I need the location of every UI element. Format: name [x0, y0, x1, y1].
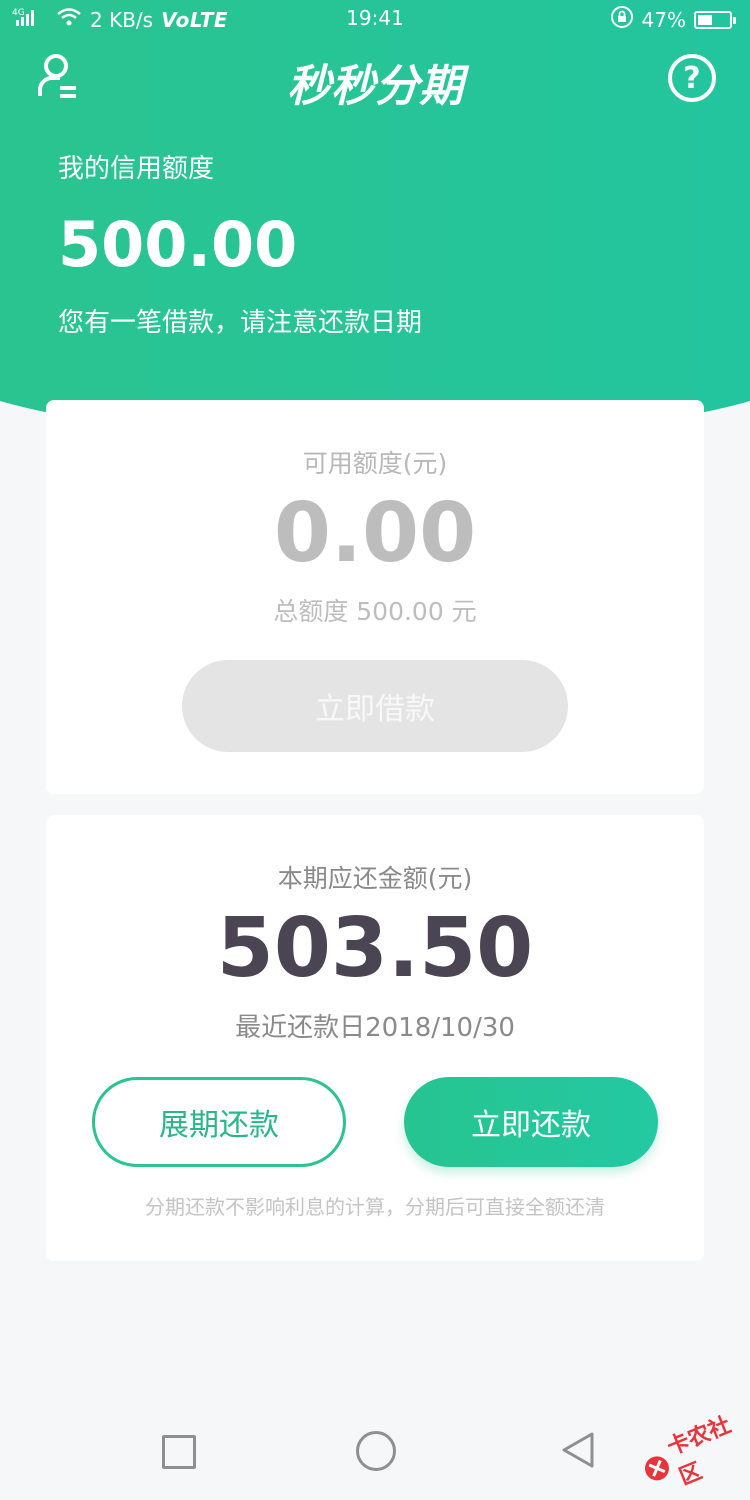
total-credit-line: 总额度 500.00 元: [273, 597, 477, 626]
due-date: 最近还款日2018/10/30: [235, 1013, 515, 1043]
extend-repayment-button[interactable]: 展期还款: [92, 1077, 346, 1167]
status-bar: 4G 2 KB/s VoLTE 19:41 47%: [0, 0, 750, 36]
battery-percent: 47%: [641, 7, 686, 32]
repayment-card: 本期应还金额(元) 503.50 最近还款日2018/10/30 展期还款 立即…: [46, 815, 704, 1261]
installment-tip: 分期还款不影响利息的计算，分期后可直接全额还清: [145, 1195, 605, 1219]
help-circle-icon[interactable]: ?: [668, 54, 716, 102]
status-right: 47%: [610, 5, 736, 34]
battery-level: [698, 14, 712, 25]
credit-limit-amount: 500.00: [58, 208, 298, 281]
loan-notice: 您有一笔借款，请注意还款日期: [58, 308, 423, 338]
borrow-now-button[interactable]: 立即借款: [182, 660, 568, 752]
available-credit-value: 0.00: [273, 486, 477, 581]
rotation-lock-icon: [610, 5, 634, 34]
battery-icon: [694, 10, 736, 29]
credit-limit-label: 我的信用额度: [58, 154, 215, 184]
app-screen: 4G 2 KB/s VoLTE 19:41 47% 秒秒分期 ? 我的信用额度 …: [0, 0, 750, 1500]
amount-due-value: 503.50: [216, 901, 534, 996]
repay-now-button[interactable]: 立即还款: [404, 1077, 658, 1167]
back-icon[interactable]: [560, 1430, 596, 1470]
home-icon[interactable]: [356, 1431, 396, 1471]
available-credit-card: 可用额度(元) 0.00 总额度 500.00 元 立即借款: [46, 400, 704, 794]
app-header: 秒秒分期 ?: [0, 40, 750, 120]
amount-due-label: 本期应还金额(元): [277, 864, 473, 893]
app-title: 秒秒分期: [287, 61, 463, 112]
available-credit-label: 可用额度(元): [302, 449, 448, 478]
recent-apps-icon[interactable]: [162, 1435, 196, 1469]
